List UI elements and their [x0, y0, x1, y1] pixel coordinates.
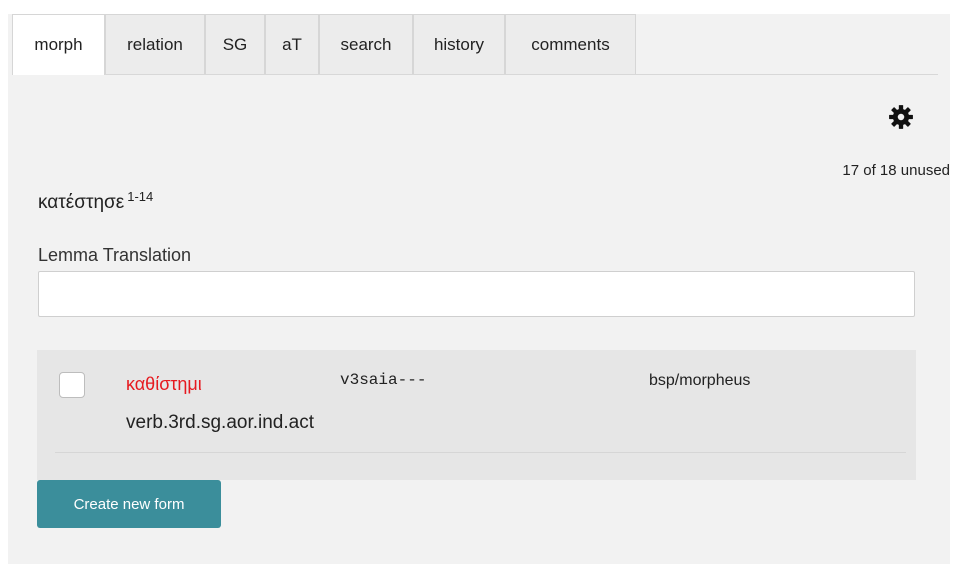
word-reference: 1-14 [127, 189, 154, 204]
tab-sg[interactable]: SG [205, 14, 265, 74]
tab-bar: morph relation SG aT search history comm… [12, 14, 938, 75]
morph-panel: morph relation SG aT search history comm… [8, 14, 950, 564]
analysis-code: v3saia--- [340, 371, 427, 389]
analysis-checkbox[interactable] [59, 372, 85, 398]
card-divider [55, 452, 906, 453]
tab-at[interactable]: aT [265, 14, 319, 74]
analysis-source: bsp/morpheus [649, 372, 751, 389]
unused-count: 17 of 18 unused [842, 162, 950, 179]
analysis-lemma: καθίστημι [126, 374, 202, 394]
tab-morph[interactable]: morph [12, 14, 105, 75]
tab-search[interactable]: search [319, 14, 413, 74]
create-new-form-button[interactable]: Create new form [37, 480, 221, 528]
analysis-postag: verb.3rd.sg.aor.ind.act [126, 412, 314, 433]
lemma-translation-input[interactable] [38, 271, 915, 317]
word-form: κατέστησε [38, 192, 125, 213]
tab-relation[interactable]: relation [105, 14, 205, 74]
tab-history[interactable]: history [413, 14, 505, 74]
analysis-card: καθίστημι v3saia--- bsp/morpheus verb.3r… [37, 350, 916, 480]
word-form-heading: κατέστησε 1-14 [38, 189, 153, 214]
lemma-translation-label: Lemma Translation [38, 245, 192, 265]
gear-icon[interactable] [888, 104, 914, 130]
tab-comments[interactable]: comments [505, 14, 636, 74]
